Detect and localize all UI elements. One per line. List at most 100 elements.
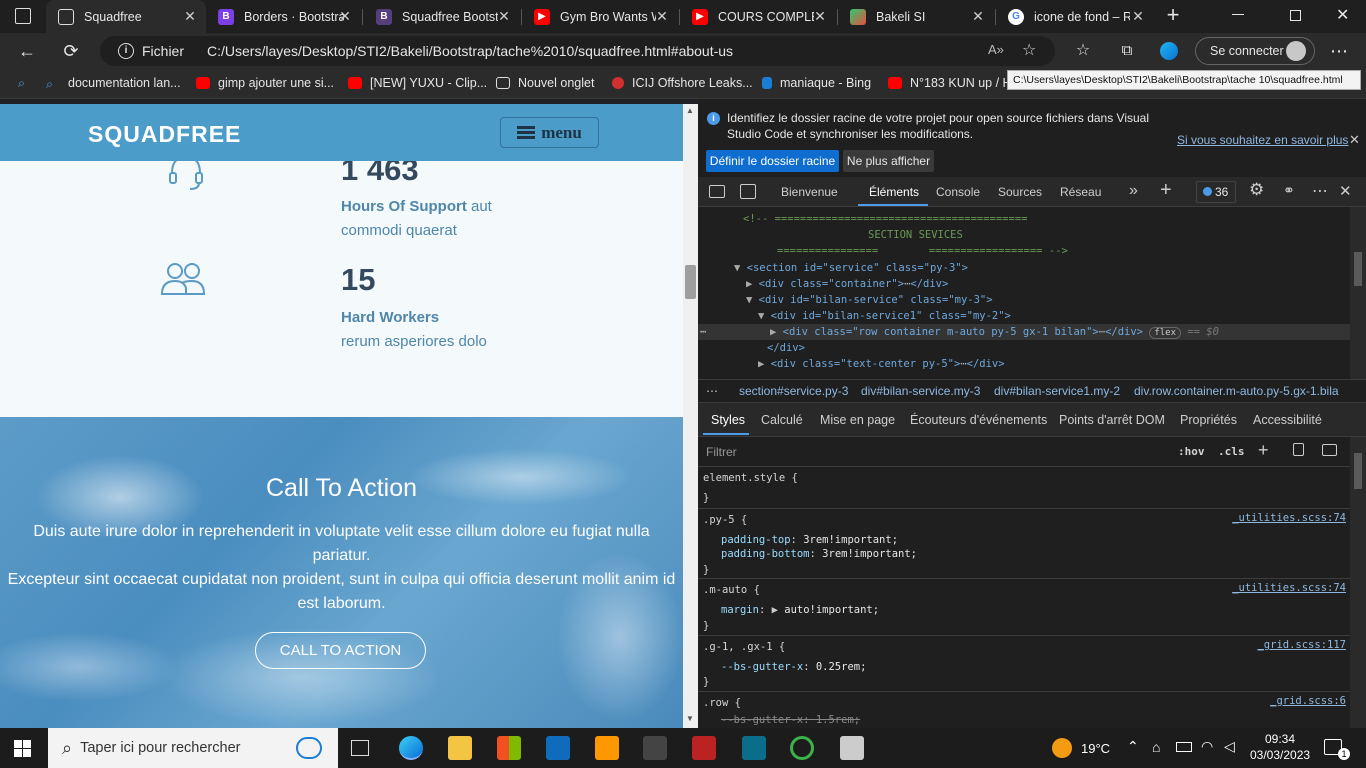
restore-button[interactable]	[1290, 10, 1301, 21]
rule-source-link[interactable]: _grid.scss:117	[1257, 639, 1346, 651]
rule-selector[interactable]: .g-1, .gx-1 {	[703, 639, 785, 655]
rule-source-link[interactable]: _utilities.scss:74	[1232, 512, 1346, 524]
refresh-app-icon[interactable]	[790, 736, 814, 760]
tab-bakeli[interactable]: Bakeli SI ✕	[838, 0, 994, 33]
dom-node[interactable]: ▼ <section id="service" class="py-3">	[734, 260, 968, 276]
back-button[interactable]: ←	[14, 39, 40, 63]
read-aloud-icon[interactable]: A»	[988, 42, 1004, 57]
issues-badge[interactable]: 36	[1196, 181, 1236, 203]
paint-icon[interactable]	[1293, 443, 1304, 456]
rule-declaration-overridden[interactable]: --bs-gutter-x: 1.5rem;	[721, 712, 860, 728]
tab-bienvenue[interactable]: Bienvenue	[781, 185, 838, 199]
store-icon[interactable]	[497, 736, 521, 760]
windows-start-icon[interactable]	[14, 740, 31, 757]
tab-network[interactable]: Réseau	[1060, 185, 1101, 199]
tab-squadfree-bootstrap[interactable]: B Squadfree Bootst ✕	[364, 0, 520, 33]
breadcrumb-item[interactable]: div#bilan-service1.my-2	[994, 384, 1120, 398]
define-root-folder-button[interactable]: Définir le dossier racine	[706, 150, 839, 172]
app-icon[interactable]	[840, 736, 864, 760]
toggle-sidebar-icon[interactable]	[1322, 444, 1337, 456]
dom-node[interactable]: ▶ <div class="container">⋯</div>	[746, 276, 948, 292]
subtab-properties[interactable]: Propriétés	[1180, 413, 1237, 427]
device-toolbar-icon[interactable]	[740, 184, 756, 199]
elements-scrollbar[interactable]	[1350, 207, 1366, 379]
filter-input[interactable]: Filtrer	[702, 441, 1164, 463]
close-icon[interactable]: ✕	[654, 8, 670, 24]
tab-icone-de-fond[interactable]: G icone de fond – R ✕	[996, 0, 1154, 33]
battery-icon[interactable]	[1176, 742, 1192, 752]
scrollbar-thumb[interactable]	[1354, 252, 1362, 286]
subtab-computed[interactable]: Calculé	[761, 413, 803, 427]
tab-console[interactable]: Console	[936, 185, 980, 199]
brand-logo[interactable]: SQUADFREE	[88, 121, 241, 148]
subtab-accessibility[interactable]: Accessibilité	[1253, 413, 1322, 427]
menu-button[interactable]: menu	[500, 117, 599, 148]
favorites-icon[interactable]: ☆	[1070, 39, 1096, 63]
close-infobar-icon[interactable]: ✕	[1349, 132, 1360, 148]
tab-sources[interactable]: Sources	[998, 185, 1042, 199]
dom-node[interactable]: ▼ <div id="bilan-service1" class="my-2">	[758, 308, 1011, 324]
subtab-layout[interactable]: Mise en page	[820, 413, 895, 427]
wifi-icon[interactable]: ◠	[1201, 738, 1213, 755]
signin-button[interactable]: Se connecter	[1195, 37, 1315, 65]
bookmark-item[interactable]: ICIJ Offshore Leaks...	[612, 76, 753, 90]
subtab-styles[interactable]: Styles	[711, 413, 745, 427]
rule-selector[interactable]: .row {	[703, 695, 741, 711]
bookmark-item[interactable]: N°183 KUN up / H	[888, 76, 1012, 90]
taskbar-search[interactable]: ⌕ Taper ici pour rechercher	[48, 728, 338, 768]
chevron-up-icon[interactable]: ⌃	[1127, 738, 1139, 755]
rule-declaration[interactable]: margin: ▶ auto!important;	[721, 602, 879, 618]
more-menu-icon[interactable]: ⋯	[1326, 39, 1352, 63]
dom-node[interactable]: ▼ <div id="bilan-service" class="my-3">	[746, 292, 993, 308]
add-favorite-icon[interactable]: ☆	[1022, 40, 1036, 60]
refresh-button[interactable]: ⟳	[58, 39, 84, 63]
styles-scrollbar[interactable]	[1350, 437, 1366, 728]
rule-declaration[interactable]: --bs-gutter-x: 0.25rem;	[721, 659, 866, 675]
file-explorer-icon[interactable]	[448, 736, 472, 760]
info-icon[interactable]: i	[118, 43, 134, 59]
dom-node[interactable]: ▶ <div class="text-center py-5">⋯</div>	[758, 356, 1005, 372]
tab-actions-icon[interactable]	[15, 8, 31, 24]
dom-node[interactable]: </div>	[767, 340, 805, 356]
breadcrumb-more[interactable]: ⋯	[706, 384, 718, 398]
scrollbar-thumb[interactable]	[1354, 453, 1362, 489]
close-icon[interactable]: ✕	[812, 8, 828, 24]
bookmark-item[interactable]: maniaque - Bing	[762, 76, 871, 90]
edge-dev-icon[interactable]	[1160, 42, 1178, 60]
flex-badge[interactable]: flex	[1149, 327, 1182, 339]
more-options-icon[interactable]: ⋯	[1312, 181, 1328, 201]
close-icon[interactable]: ✕	[496, 8, 512, 24]
clock[interactable]: 09:34 03/03/2023	[1250, 731, 1310, 763]
close-window-button[interactable]: ✕	[1336, 5, 1349, 25]
tab-gym-bro[interactable]: ▶ Gym Bro Wants W ✕	[522, 0, 678, 33]
rule-declaration[interactable]: padding-bottom: 3rem!important;	[721, 546, 917, 562]
tab-cours-complet[interactable]: ▶ COURS COMPLET ✕	[680, 0, 836, 33]
more-tabs-icon[interactable]: »	[1129, 182, 1138, 200]
scroll-down-arrow[interactable]: ▼	[686, 714, 694, 723]
hov-toggle[interactable]: :hov	[1178, 445, 1205, 458]
app-icon[interactable]	[742, 736, 766, 760]
rule-selector[interactable]: .m-auto {	[703, 582, 760, 598]
new-tab-button[interactable]: +	[1162, 4, 1184, 28]
add-tab-icon[interactable]: +	[1160, 179, 1172, 202]
close-devtools-icon[interactable]: ✕	[1339, 182, 1352, 200]
cls-toggle[interactable]: .cls	[1218, 445, 1245, 458]
address-input[interactable]: i Fichier C:/Users/layes/Desktop/STI2/Ba…	[100, 36, 1055, 66]
scrollbar-thumb[interactable]	[685, 265, 696, 299]
dismiss-button[interactable]: Ne plus afficher	[843, 150, 934, 172]
tab-elements[interactable]: Éléments	[869, 185, 919, 199]
customize-icon[interactable]: ⚭	[1283, 182, 1295, 199]
minimize-button[interactable]	[1232, 14, 1244, 15]
close-icon[interactable]: ✕	[337, 8, 353, 24]
inspect-icon[interactable]	[709, 185, 725, 198]
breadcrumb-item[interactable]: section#service.py-3	[739, 384, 848, 398]
bing-chat-icon[interactable]	[296, 737, 322, 759]
bookmark-item[interactable]: gimp ajouter une si...	[196, 76, 334, 90]
subtab-dom-breakpoints[interactable]: Points d'arrêt DOM	[1059, 413, 1165, 427]
close-icon[interactable]: ✕	[970, 8, 986, 24]
dom-node-selected[interactable]: ▶ <div class="row container m-auto py-5 …	[770, 324, 1219, 340]
terminal-icon[interactable]	[643, 736, 667, 760]
tab-squadfree[interactable]: Squadfree ✕	[46, 0, 206, 33]
breadcrumb-item[interactable]: div.row.container.m-auto.py-5.gx-1.bila	[1134, 384, 1339, 398]
media-app-icon[interactable]	[692, 736, 716, 760]
